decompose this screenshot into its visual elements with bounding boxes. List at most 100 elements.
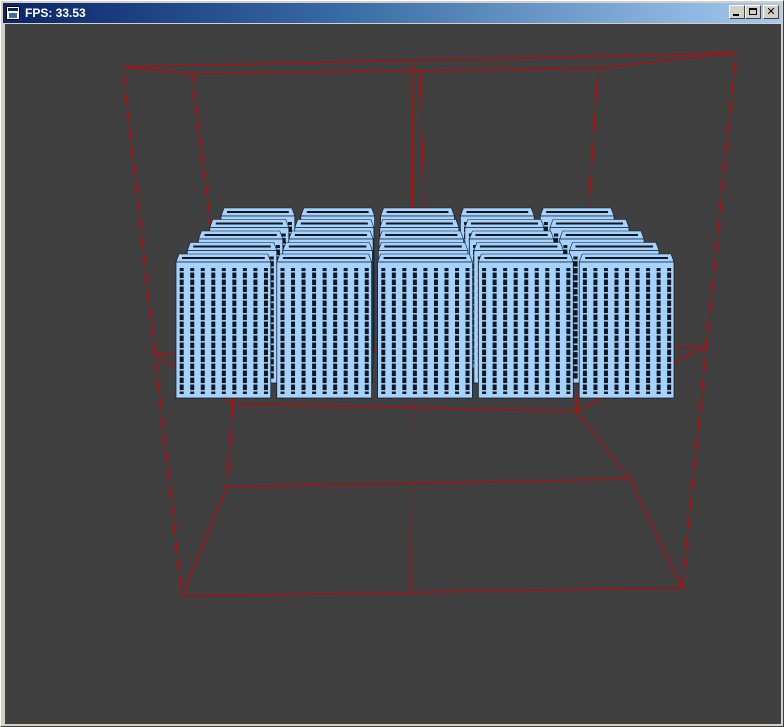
window-column [253,268,258,394]
floor-band [277,355,371,357]
floor-band [479,271,573,273]
scene-canvas [122,52,737,597]
window-column [555,268,560,394]
floor-band [277,292,371,294]
floor-band [177,327,270,329]
floor-band [177,306,270,308]
roof-detail [228,257,257,259]
roof-detail [236,245,264,248]
window-column [412,268,417,394]
minimize-button[interactable] [729,5,745,19]
roof-detail [341,211,364,213]
floor-band [378,320,472,322]
app-icon[interactable] [6,6,20,20]
floor-band [177,390,270,392]
floor-band [277,278,371,280]
floor-band [479,334,573,336]
window-column [656,268,661,394]
floor-band [378,383,472,385]
floor-band [277,285,371,287]
floor-band [580,320,673,322]
floor-band [479,292,573,294]
floor-band [277,271,371,273]
window-column [200,268,205,394]
floor-band [378,299,472,301]
window-column [242,268,247,394]
floor-band [378,327,472,329]
floor-band [277,376,371,378]
window-column [221,268,226,394]
roof-detail [425,234,451,236]
floor-band [177,376,270,378]
maximize-button[interactable] [745,5,761,19]
roof-detail [580,211,603,213]
roof-detail [508,222,533,225]
floor-band [580,369,673,371]
floor-band [580,306,673,308]
floor-band [277,383,371,385]
roof-detail [593,222,618,225]
window-column [301,268,306,394]
floor-band [378,278,472,280]
roof-detail [261,211,284,213]
floor-band [479,306,573,308]
window-column [625,268,630,394]
roof-detail [530,257,559,259]
box-edge-back [191,67,599,75]
window-column [322,268,327,394]
floor-band [378,369,472,371]
floor-band [580,327,673,329]
window-column [455,268,460,394]
close-button[interactable]: ✕ [763,5,779,19]
floor-band [378,292,472,294]
roof-detail [631,257,660,259]
window-column [614,268,619,394]
window-column [603,268,608,394]
box-edge-front [681,52,737,589]
box-edge-back [575,410,631,480]
floor-band [580,278,673,280]
window-column [545,268,550,394]
floor-band [580,390,673,392]
floor-band [479,348,573,350]
title-bar[interactable]: FPS: 33.53 ✕ [3,3,781,23]
window-column [263,268,268,394]
window-column [534,268,539,394]
floor-band [580,285,673,287]
floor-band [177,334,270,336]
floor-band [580,376,673,378]
floor-band [177,285,270,287]
window-column [593,268,598,394]
roof-detail [332,245,359,248]
floor-band [177,320,270,322]
floor-band [177,299,270,301]
floor-band [277,341,371,343]
floor-band [479,390,573,392]
floor-band [277,390,371,392]
roof-detail [606,234,632,236]
window-column [503,268,508,394]
window-column [423,268,428,394]
window-title: FPS: 33.53 [25,6,86,20]
window-column [343,268,348,394]
close-icon: ✕ [766,5,776,18]
box-edge-back [226,403,234,488]
box-edge-front [122,66,193,75]
window-column [381,268,386,394]
render-viewport[interactable] [5,24,781,724]
window-column [354,268,359,394]
window-column [492,268,497,394]
floor-band [378,313,472,315]
roof-detail [423,222,448,225]
floor-band [277,320,371,322]
window-column [280,268,285,394]
maximize-icon [749,8,757,15]
window-column [582,268,587,394]
floor-band [277,327,371,329]
window-column [513,268,518,394]
window-column [646,268,651,394]
window-column [391,268,396,394]
roof-detail [618,245,646,248]
window-column [667,268,672,394]
window-column [364,268,369,394]
